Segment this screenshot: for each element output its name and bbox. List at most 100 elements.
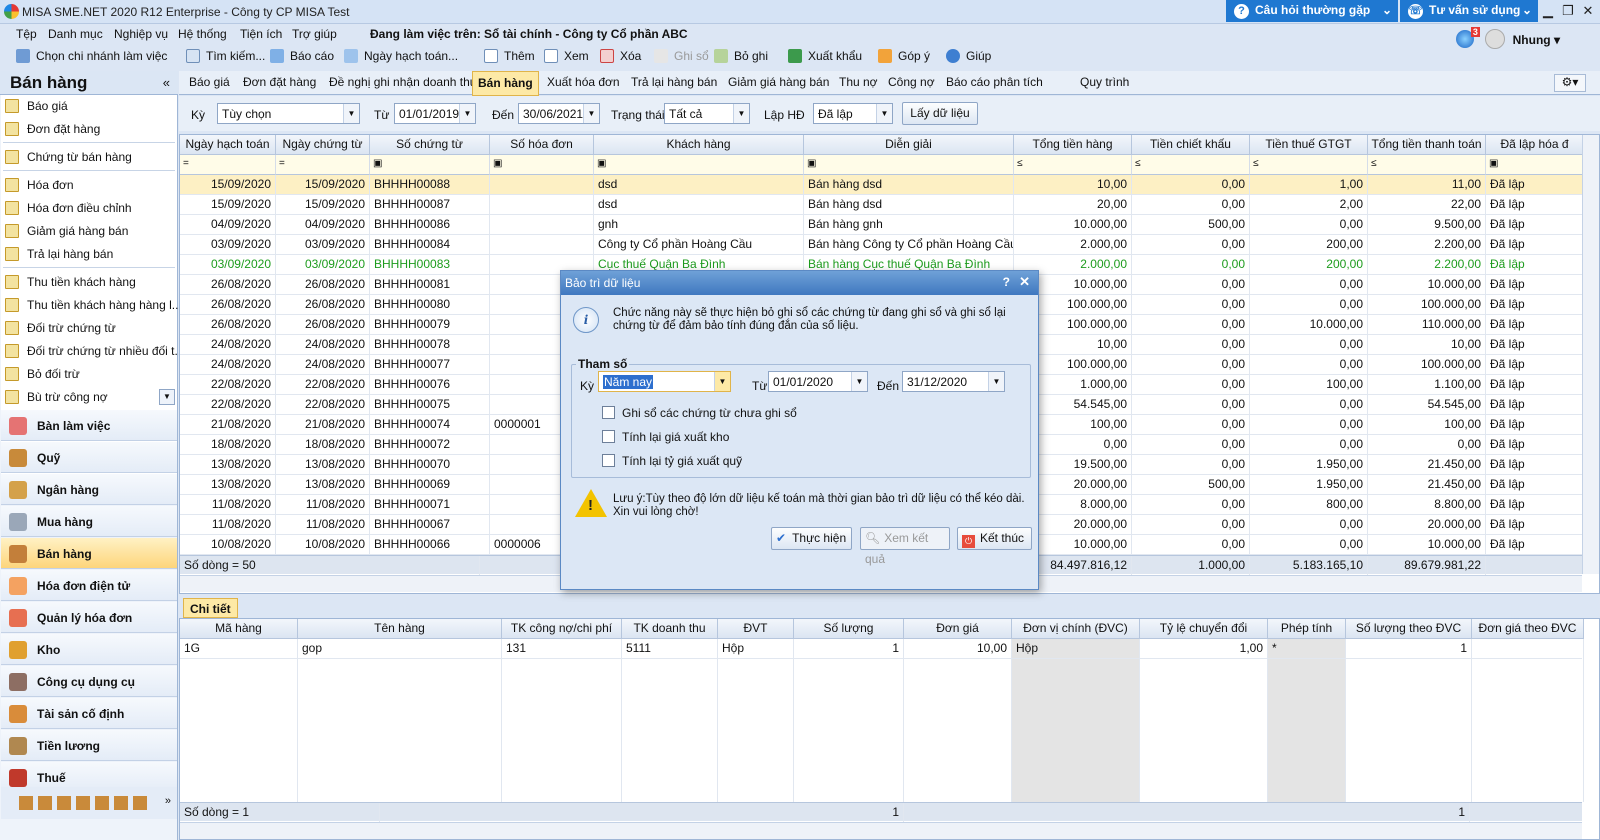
status-select[interactable]: Tất cả ▼ [664,103,750,124]
tab-collect-debt[interactable]: Thu nợ [839,75,878,89]
list-item[interactable]: Bỏ đối trừ [5,367,80,381]
column-header[interactable]: Mã hàng [180,619,298,639]
help-icon[interactable]: ? [1003,275,1010,289]
column-header[interactable]: Tiền thuế GTGT [1250,135,1368,155]
invoice-made-select[interactable]: Đã lập ▼ [813,103,893,124]
filter-cell[interactable]: ≤ [1250,155,1368,175]
export-button[interactable]: Xuất khẩu [788,49,862,63]
list-item[interactable]: Giảm giá hàng bán [5,224,128,238]
close-icon[interactable]: ✕ [1019,274,1030,290]
module-einvoice[interactable]: Hóa đơn điện tử [1,570,177,601]
module-desk[interactable]: Bàn làm việc [1,410,177,441]
list-item[interactable]: Thu tiền khách hàng hàng l... [5,298,182,312]
view-result-button[interactable]: 🔍︎ Xem kết quả [860,527,950,566]
module-warehouse[interactable]: Kho [1,634,177,665]
table-row[interactable]: 04/09/2020 04/09/2020 BHHHH00086 gnh Bán hàn… [180,215,1584,235]
list-item[interactable]: Đơn đặt hàng [5,122,100,136]
list-item[interactable]: Thu tiền khách hàng [5,275,136,289]
dialog-to-date[interactable]: 31/12/2020 ▼ [902,371,1005,392]
filter-cell[interactable]: ▣ [804,155,1014,175]
menu-system[interactable]: Hệ thống [178,27,227,41]
column-header[interactable]: ĐVT [718,619,794,639]
menu-catalog[interactable]: Danh mục [48,27,103,41]
vertical-scrollbar[interactable] [1582,135,1599,574]
post-button[interactable]: Ghi sổ [654,49,709,63]
tab-sales[interactable]: Bán hàng [472,71,539,96]
column-header[interactable]: Tiền chiết khấu [1132,135,1250,155]
column-header[interactable]: Tỷ lệ chuyển đổi [1140,619,1268,639]
filter-cell[interactable]: = [180,155,276,175]
menu-file[interactable]: Tệp [16,27,37,41]
recalc-cost-checkbox[interactable] [602,430,615,443]
column-header[interactable]: Đơn giá theo ĐVC [1472,619,1584,639]
help-button[interactable]: Giúp [946,49,991,63]
collapse-icon[interactable]: « [163,75,170,90]
filter-cell[interactable]: ≤ [1014,155,1132,175]
list-item[interactable]: Bù trừ công nợ [5,390,108,404]
column-header[interactable]: Tên hàng [298,619,502,639]
minimize-icon[interactable]: ▁ [1538,3,1558,19]
column-header[interactable]: Ngày chứng từ [276,135,370,155]
column-header[interactable]: TK doanh thu [622,619,718,639]
menu-utilities[interactable]: Tiện ích [240,27,282,41]
tab-sales-discount[interactable]: Giảm giá hàng bán [728,75,829,89]
dialog-period-select[interactable]: Năm nay ▼ [598,371,731,392]
tab-detail[interactable]: Chi tiết [183,598,238,618]
dialog-from-date[interactable]: 01/01/2020 ▼ [768,371,868,392]
to-date-input[interactable]: 30/06/2021 ▼ [518,103,600,124]
table-row[interactable]: 03/09/2020 03/09/2020 BHHHH00084 Công ty Cổ… [180,235,1584,255]
filter-cell[interactable]: ▣ [594,155,804,175]
table-row[interactable]: 15/09/2020 15/09/2020 BHHHH00088 dsd Bán hàn… [180,175,1584,195]
report-button[interactable]: Báo cáo [270,49,334,63]
module-sales[interactable]: Bán hàng [1,538,177,569]
table-row[interactable]: 1G gop 131 5111 Hộp 1 10,00 Hộp 1,00 * 1 [180,639,1584,659]
post-date-button[interactable]: Ngày hạch toán... [344,49,458,63]
filter-cell[interactable]: ≤ [1368,155,1486,175]
column-header[interactable]: Tổng tiền thanh toán [1368,135,1486,155]
list-item[interactable]: Đối trừ chứng từ [5,321,116,335]
delete-button[interactable]: Xóa [600,49,641,63]
column-header[interactable]: Ngày hạch toán [180,135,276,155]
column-header[interactable]: Số lượng [794,619,904,639]
tab-process[interactable]: Quy trình [1080,75,1129,89]
search-button[interactable]: Tìm kiếm... [186,49,265,63]
post-unposted-checkbox[interactable] [602,406,615,419]
recalc-rate-checkbox[interactable] [602,454,615,467]
filter-cell[interactable]: ▣ [1486,155,1584,175]
add-button[interactable]: Thêm [484,49,535,63]
list-item[interactable]: Trả lại hàng bán [5,247,113,261]
list-item[interactable]: Hóa đơn điều chỉnh [5,201,132,215]
unpost-button[interactable]: Bỏ ghi [714,49,768,63]
from-date-input[interactable]: 01/01/2019 ▼ [394,103,476,124]
column-header[interactable]: Số hóa đơn [490,135,594,155]
module-purchase[interactable]: Mua hàng [1,506,177,537]
tab-analysis-report[interactable]: Báo cáo phân tích [946,75,1043,89]
view-button[interactable]: Xem [544,49,589,63]
list-item[interactable]: Hóa đơn [5,178,74,192]
column-header[interactable]: Số lượng theo ĐVC [1346,619,1472,639]
column-header[interactable]: Tổng tiền hàng [1014,135,1132,155]
module-tools[interactable]: Công cụ dụng cụ [1,666,177,697]
module-fixed-assets[interactable]: Tài sản cố định [1,698,177,729]
chevron-more-icon[interactable]: » [165,795,171,807]
column-header[interactable]: Diễn giải [804,135,1014,155]
tab-quote[interactable]: Báo giá [189,75,230,89]
tab-sales-order[interactable]: Đơn đặt hàng [243,75,316,89]
column-header[interactable]: Đơn giá [904,619,1012,639]
tab-revenue-request[interactable]: Đề nghị ghi nhận doanh thu [329,75,476,89]
filter-cell[interactable]: ≤ [1132,155,1250,175]
module-payroll[interactable]: Tiền lương [1,730,177,761]
horizontal-scrollbar[interactable] [180,822,1582,839]
faq-button[interactable]: ? Câu hỏi thường gặp ⌄ [1226,0,1398,22]
column-header[interactable]: Đã lập hóa đ [1486,135,1584,155]
column-header[interactable]: Phép tính [1268,619,1346,639]
list-item[interactable]: Chứng từ bán hàng [5,150,132,164]
filter-cell[interactable]: ▣ [370,155,490,175]
menu-operations[interactable]: Nghiệp vụ [114,27,168,41]
consult-button[interactable]: ☏ Tư vấn sử dụng ⌄ [1400,0,1538,22]
close-icon[interactable]: ✕ [1578,3,1598,19]
filter-cell[interactable]: ▣ [490,155,594,175]
menu-help[interactable]: Trợ giúp [292,27,337,41]
column-header[interactable]: TK công nợ/chi phí [502,619,622,639]
feedback-button[interactable]: Góp ý [878,49,930,63]
